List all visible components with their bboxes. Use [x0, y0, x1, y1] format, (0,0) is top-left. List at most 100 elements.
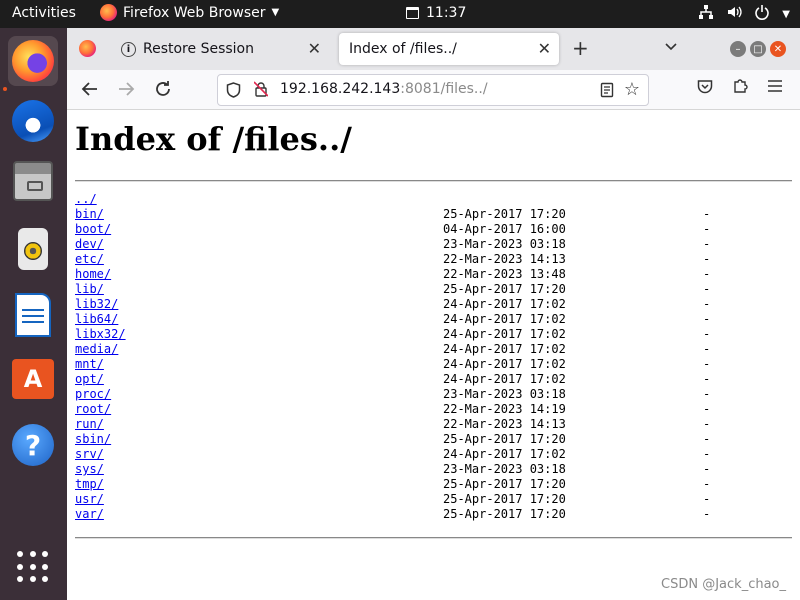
directory-link[interactable]: lib64/	[75, 312, 118, 327]
dock-thunderbird[interactable]	[8, 96, 58, 146]
dock-rhythmbox[interactable]	[8, 224, 58, 274]
maximize-button[interactable]: □	[750, 41, 766, 57]
directory-link[interactable]: var/	[75, 507, 104, 522]
modified-date: 23-Mar-2023 03:18	[443, 387, 566, 401]
tracking-protection-shield-icon[interactable]	[226, 82, 241, 102]
parent-directory-link[interactable]: ../	[75, 192, 97, 207]
directory-link[interactable]: libx32/	[75, 327, 126, 342]
minimize-button[interactable]: –	[730, 41, 746, 57]
directory-link[interactable]: lib32/	[75, 297, 118, 312]
dock-ubuntu-software[interactable]: A	[8, 354, 58, 404]
show-applications-icon	[17, 551, 49, 583]
tab-label: Index of /files../	[349, 41, 457, 57]
files-icon	[13, 161, 53, 201]
list-item: home/22-Mar-2023 13:48 -	[75, 267, 792, 282]
directory-link[interactable]: proc/	[75, 387, 111, 402]
directory-link[interactable]: tmp/	[75, 477, 104, 492]
show-applications-button[interactable]	[8, 542, 58, 592]
divider-bottom	[75, 537, 792, 539]
directory-link[interactable]: home/	[75, 267, 111, 282]
file-size: -	[703, 297, 711, 311]
network-icon[interactable]	[698, 4, 714, 24]
pocket-icon[interactable]	[697, 79, 713, 98]
directory-link[interactable]: sys/	[75, 462, 104, 477]
activities-button[interactable]: Activities	[12, 5, 76, 21]
close-icon[interactable]: ✕	[538, 39, 551, 58]
reload-button[interactable]	[154, 80, 172, 103]
forward-button[interactable]	[117, 80, 135, 103]
directory-link[interactable]: sbin/	[75, 432, 111, 447]
directory-link[interactable]: srv/	[75, 447, 104, 462]
file-size: -	[703, 237, 711, 251]
list-item: etc/22-Mar-2023 14:13 -	[75, 252, 792, 267]
firefox-icon	[100, 4, 117, 21]
list-item: sbin/25-Apr-2017 17:20 -	[75, 432, 792, 447]
divider-top	[75, 180, 792, 182]
tab-restore-session[interactable]: i Restore Session ✕	[111, 33, 329, 65]
modified-date: 22-Mar-2023 14:19	[443, 402, 566, 416]
power-icon[interactable]	[754, 4, 770, 24]
modified-date: 24-Apr-2017 17:02	[443, 372, 566, 386]
tab-index-of-files[interactable]: Index of /files../ ✕	[339, 33, 559, 65]
firefox-view-icon[interactable]	[79, 40, 96, 57]
directory-link[interactable]: boot/	[75, 222, 111, 237]
directory-link[interactable]: media/	[75, 342, 118, 357]
new-tab-button[interactable]: +	[572, 36, 589, 60]
directory-link[interactable]: mnt/	[75, 357, 104, 372]
close-window-button[interactable]: ✕	[770, 41, 786, 57]
firefox-icon	[12, 40, 54, 82]
clock[interactable]: 11:37	[406, 5, 466, 21]
dock-files[interactable]	[8, 156, 58, 206]
help-icon: ?	[12, 424, 54, 466]
directory-link[interactable]: usr/	[75, 492, 104, 507]
modified-date: 24-Apr-2017 17:02	[443, 447, 566, 461]
watermark: CSDN @Jack_chao_	[661, 577, 786, 592]
dock-libreoffice-writer[interactable]	[8, 290, 58, 340]
volume-icon[interactable]	[726, 4, 742, 24]
list-item: lib32/24-Apr-2017 17:02 -	[75, 297, 792, 312]
file-size: -	[703, 312, 711, 326]
dock-help[interactable]: ?	[8, 420, 58, 470]
dock: A ?	[0, 28, 67, 600]
modified-date: 25-Apr-2017 17:20	[443, 492, 566, 506]
tab-bar: i Restore Session ✕ Index of /files../ ✕…	[67, 28, 800, 70]
list-item: proc/23-Mar-2023 03:18 -	[75, 387, 792, 402]
insecure-lock-icon[interactable]	[253, 81, 269, 97]
directory-link[interactable]: dev/	[75, 237, 104, 252]
chevron-down-icon[interactable]: ▼	[782, 9, 790, 20]
extensions-icon[interactable]	[732, 78, 748, 98]
url-path: :8081/files../	[400, 81, 488, 97]
directory-link[interactable]: opt/	[75, 372, 104, 387]
directory-listing: ../ bin/25-Apr-2017 17:20- boot/04-Apr-20…	[75, 192, 792, 522]
app-menu-label: Firefox Web Browser	[123, 4, 266, 21]
list-item: ../	[75, 192, 792, 207]
list-item: srv/24-Apr-2017 17:02 -	[75, 447, 792, 462]
file-size: -	[703, 417, 711, 431]
url-bar[interactable]: 192.168.242.143:8081/files../ ☆	[217, 74, 649, 106]
file-size: -	[703, 402, 711, 416]
bookmark-star-icon[interactable]: ☆	[624, 79, 640, 100]
modified-date: 22-Mar-2023 13:48	[443, 267, 566, 281]
dock-firefox[interactable]	[8, 36, 58, 86]
list-item: media/24-Apr-2017 17:02 -	[75, 342, 792, 357]
directory-link[interactable]: root/	[75, 402, 111, 417]
close-icon[interactable]: ✕	[308, 39, 321, 58]
url-host: 192.168.242.143	[280, 81, 401, 97]
directory-link[interactable]: run/	[75, 417, 104, 432]
directory-link[interactable]: lib/	[75, 282, 104, 297]
system-tray[interactable]: ▼	[698, 4, 790, 24]
url-text[interactable]: 192.168.242.143:8081/files../	[280, 81, 488, 97]
list-all-tabs-button[interactable]	[665, 40, 677, 54]
back-button[interactable]	[81, 80, 99, 103]
reader-view-icon[interactable]	[600, 82, 614, 102]
modified-date: 24-Apr-2017 17:02	[443, 357, 566, 371]
file-size: -	[703, 342, 711, 356]
directory-link[interactable]: bin/	[75, 207, 104, 222]
file-size: -	[703, 387, 711, 401]
file-size: -	[703, 507, 711, 521]
app-menu[interactable]: Firefox Web Browser ▼	[100, 4, 279, 21]
hamburger-menu-icon[interactable]	[767, 77, 783, 98]
modified-date: 24-Apr-2017 17:02	[443, 342, 566, 356]
chevron-down-icon: ▼	[271, 7, 280, 18]
directory-link[interactable]: etc/	[75, 252, 104, 267]
